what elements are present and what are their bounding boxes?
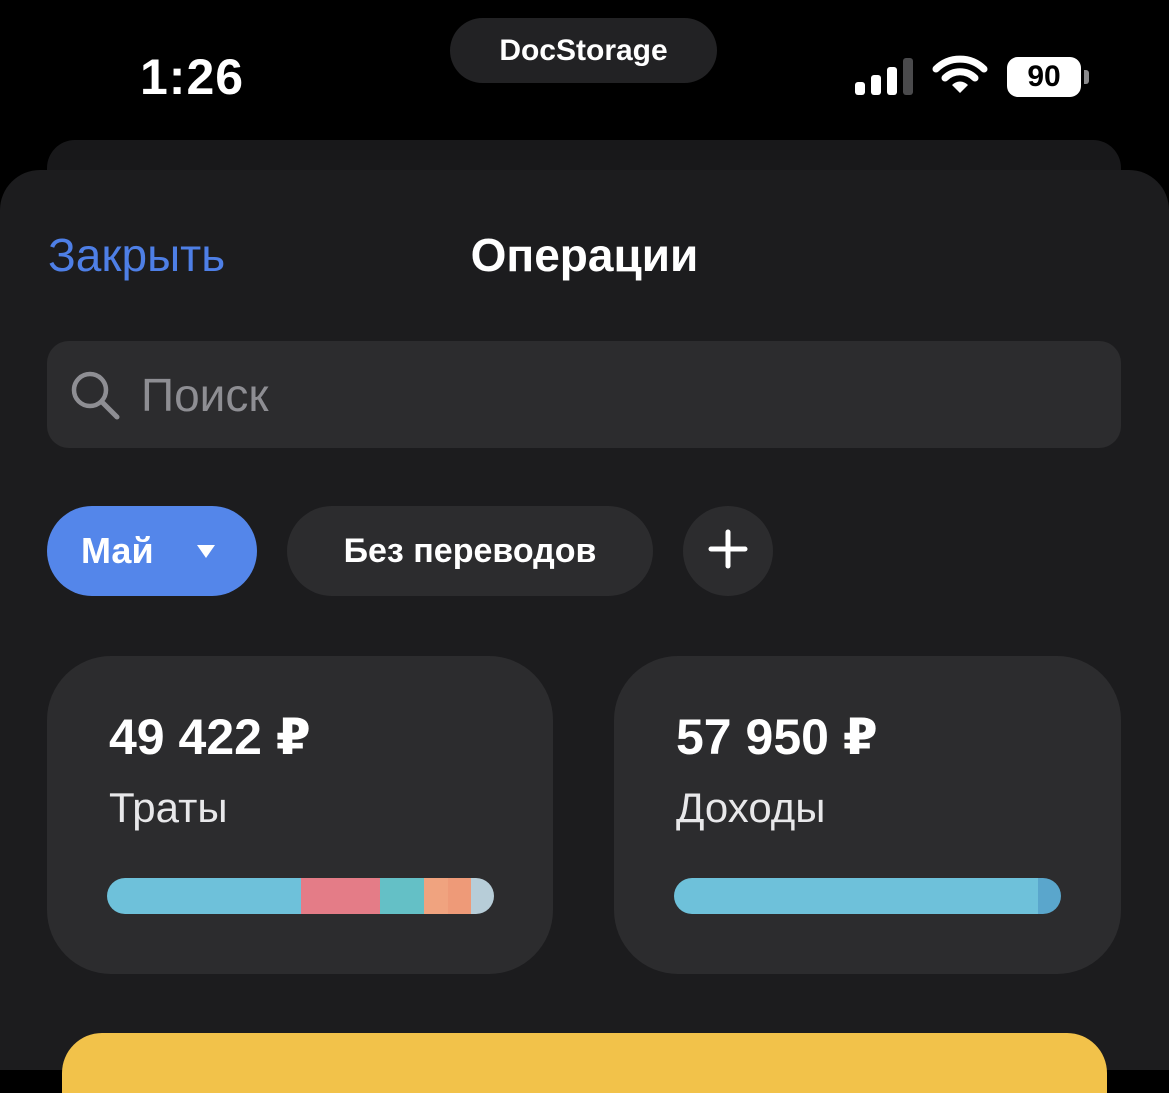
- spending-category-segment: [424, 878, 448, 914]
- month-filter-button[interactable]: Май: [47, 506, 257, 596]
- status-bar: 1:26 DocStorage 90: [0, 0, 1169, 140]
- caret-down-icon: [196, 543, 216, 559]
- income-category-segment: [674, 878, 1038, 914]
- app-pill: DocStorage: [450, 18, 717, 83]
- battery-icon: 90: [1007, 57, 1089, 97]
- income-breakdown-bar: [674, 878, 1061, 914]
- spending-amount: 49 422 ₽: [109, 709, 311, 765]
- promo-card[interactable]: [62, 1033, 1107, 1093]
- spending-category-segment: [470, 878, 494, 914]
- income-card[interactable]: 57 950 ₽ Доходы: [614, 656, 1121, 974]
- income-label: Доходы: [676, 784, 826, 831]
- income-amount: 57 950 ₽: [676, 709, 878, 765]
- search-icon: [69, 369, 121, 421]
- spending-label: Траты: [109, 784, 228, 831]
- no-transfers-label: Без переводов: [343, 531, 597, 570]
- plus-icon: [708, 529, 748, 574]
- search-field[interactable]: [47, 341, 1121, 448]
- battery-level: 90: [1007, 57, 1081, 97]
- spending-category-segment: [447, 878, 471, 914]
- cellular-signal-icon: [855, 58, 913, 95]
- spending-category-segment: [107, 878, 301, 914]
- status-time: 1:26: [140, 49, 245, 105]
- spending-card[interactable]: 49 422 ₽ Траты: [47, 656, 553, 974]
- spending-category-segment: [300, 878, 380, 914]
- month-filter-label: Май: [81, 530, 154, 571]
- spending-breakdown-bar: [107, 878, 494, 914]
- wifi-icon: [932, 55, 988, 100]
- add-filter-button[interactable]: [683, 506, 773, 596]
- close-button[interactable]: Закрыть: [48, 228, 225, 282]
- spending-category-segment: [379, 878, 425, 914]
- no-transfers-filter-button[interactable]: Без переводов: [287, 506, 653, 596]
- income-category-segment: [1037, 878, 1061, 914]
- search-input[interactable]: [139, 366, 1043, 423]
